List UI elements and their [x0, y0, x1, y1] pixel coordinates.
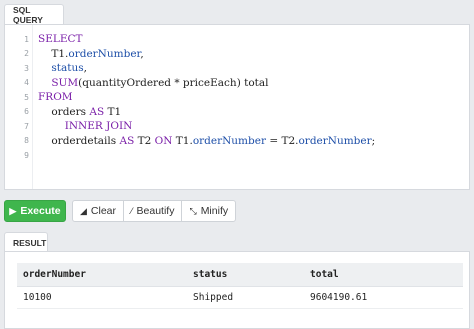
code-token: AS	[89, 105, 105, 118]
code-token: = T2.	[265, 134, 299, 147]
line-number: 9	[24, 150, 29, 160]
code-line: 2 T1.orderNumber,	[5, 47, 469, 62]
beautify-button-label: Beautify	[136, 205, 175, 217]
code-text: INNER JOIN	[38, 120, 133, 133]
code-token: INNER JOIN	[64, 120, 133, 133]
code-token: ,	[140, 47, 144, 60]
result-panel: orderNumber status total 10100 Shipped 9…	[4, 251, 470, 329]
code-token: orderdetails	[38, 134, 120, 147]
beautify-button[interactable]: ⁄ Beautify	[123, 200, 183, 222]
eraser-icon: ◢	[80, 205, 87, 216]
result-table: orderNumber status total 10100 Shipped 9…	[17, 263, 463, 309]
line-number: 6	[24, 107, 29, 117]
code-token: (quantityOrdered * priceEach) total	[78, 76, 269, 89]
tab-sql-query[interactable]: SQL QUERY	[4, 4, 64, 25]
code-token: SUM	[51, 76, 79, 89]
code-token: T1.	[172, 134, 193, 147]
line-number: 1	[24, 34, 29, 44]
compress-icon: ⤡	[189, 205, 197, 216]
code-line: 3 status,	[5, 61, 469, 76]
code-text: orders AS T1	[38, 106, 121, 118]
tab-result[interactable]: RESULT	[4, 232, 48, 252]
code-token: ON	[154, 134, 173, 147]
clear-button[interactable]: ◢ Clear	[72, 200, 125, 222]
line-number: 3	[24, 63, 29, 73]
table-header-row: orderNumber status total	[17, 263, 463, 287]
tab-sql-query-label: SQL QUERY	[13, 5, 43, 25]
play-icon: ▶	[9, 205, 17, 216]
code-line: 6 orders AS T1	[5, 105, 469, 120]
code-token: status	[38, 62, 84, 75]
table-cell: 10100	[17, 286, 187, 309]
editor-toolbar: ▶ Execute ◢ Clear ⁄ Beautify ⤡ Minify	[4, 200, 237, 222]
code-token: T2	[134, 134, 155, 147]
line-number: 7	[24, 121, 29, 131]
code-token: ,	[83, 62, 87, 75]
column-header: orderNumber	[17, 263, 187, 287]
code-line: 1 SELECT	[5, 32, 469, 47]
code-text: FROM	[38, 91, 73, 103]
table-row: 10100 Shipped 9604190.61	[17, 286, 463, 309]
code-token: orderNumber	[298, 134, 372, 147]
minify-button[interactable]: ⤡ Minify	[181, 200, 237, 222]
minify-button-label: Minify	[200, 205, 229, 217]
tab-result-label: RESULT	[13, 237, 47, 248]
column-header: total	[304, 263, 463, 287]
code-token: orderNumber	[68, 47, 141, 60]
code-text: SELECT	[38, 33, 83, 45]
code-token: T1	[38, 47, 66, 60]
line-number: 4	[24, 78, 29, 88]
sql-editor[interactable]: 1 SELECT 2 T1.orderNumber, 3 status, 4 SUM(q…	[4, 24, 470, 190]
line-number: 2	[24, 49, 29, 59]
format-button-group: ◢ Clear ⁄ Beautify ⤡ Minify	[72, 200, 237, 222]
execute-button[interactable]: ▶ Execute	[4, 200, 66, 222]
code-token: FROM	[38, 91, 73, 104]
execute-button-label: Execute	[20, 205, 61, 217]
code-text: orderdetails AS T2 ON T1.orderNumber = T…	[38, 135, 375, 147]
code-area[interactable]: 1 SELECT 2 T1.orderNumber, 3 status, 4 SUM(q…	[5, 32, 469, 163]
column-header: status	[187, 263, 304, 287]
code-token: ;	[371, 134, 376, 147]
code-text: SUM(quantityOrdered * priceEach) total	[38, 76, 269, 89]
magic-wand-icon: ⁄	[131, 206, 133, 216]
code-token: AS	[119, 134, 135, 147]
code-line: 9	[5, 148, 469, 163]
table-cell: Shipped	[187, 286, 304, 309]
table-cell: 9604190.61	[304, 286, 463, 309]
code-line: 5 FROM	[5, 90, 469, 105]
code-line: 8 orderdetails AS T2 ON T1.orderNumber =…	[5, 134, 469, 149]
clear-button-label: Clear	[90, 205, 117, 217]
code-token: orders	[38, 105, 90, 118]
code-token: SELECT	[38, 33, 83, 46]
code-text: status,	[38, 62, 87, 74]
line-number: 5	[24, 92, 29, 102]
code-token: T1	[104, 105, 122, 118]
code-line: 7 INNER JOIN	[5, 119, 469, 134]
line-number: 8	[24, 136, 29, 146]
code-text: T1.orderNumber,	[38, 47, 144, 60]
code-token: orderNumber	[192, 134, 266, 147]
code-line: 4 SUM(quantityOrdered * priceEach) total	[5, 76, 469, 91]
